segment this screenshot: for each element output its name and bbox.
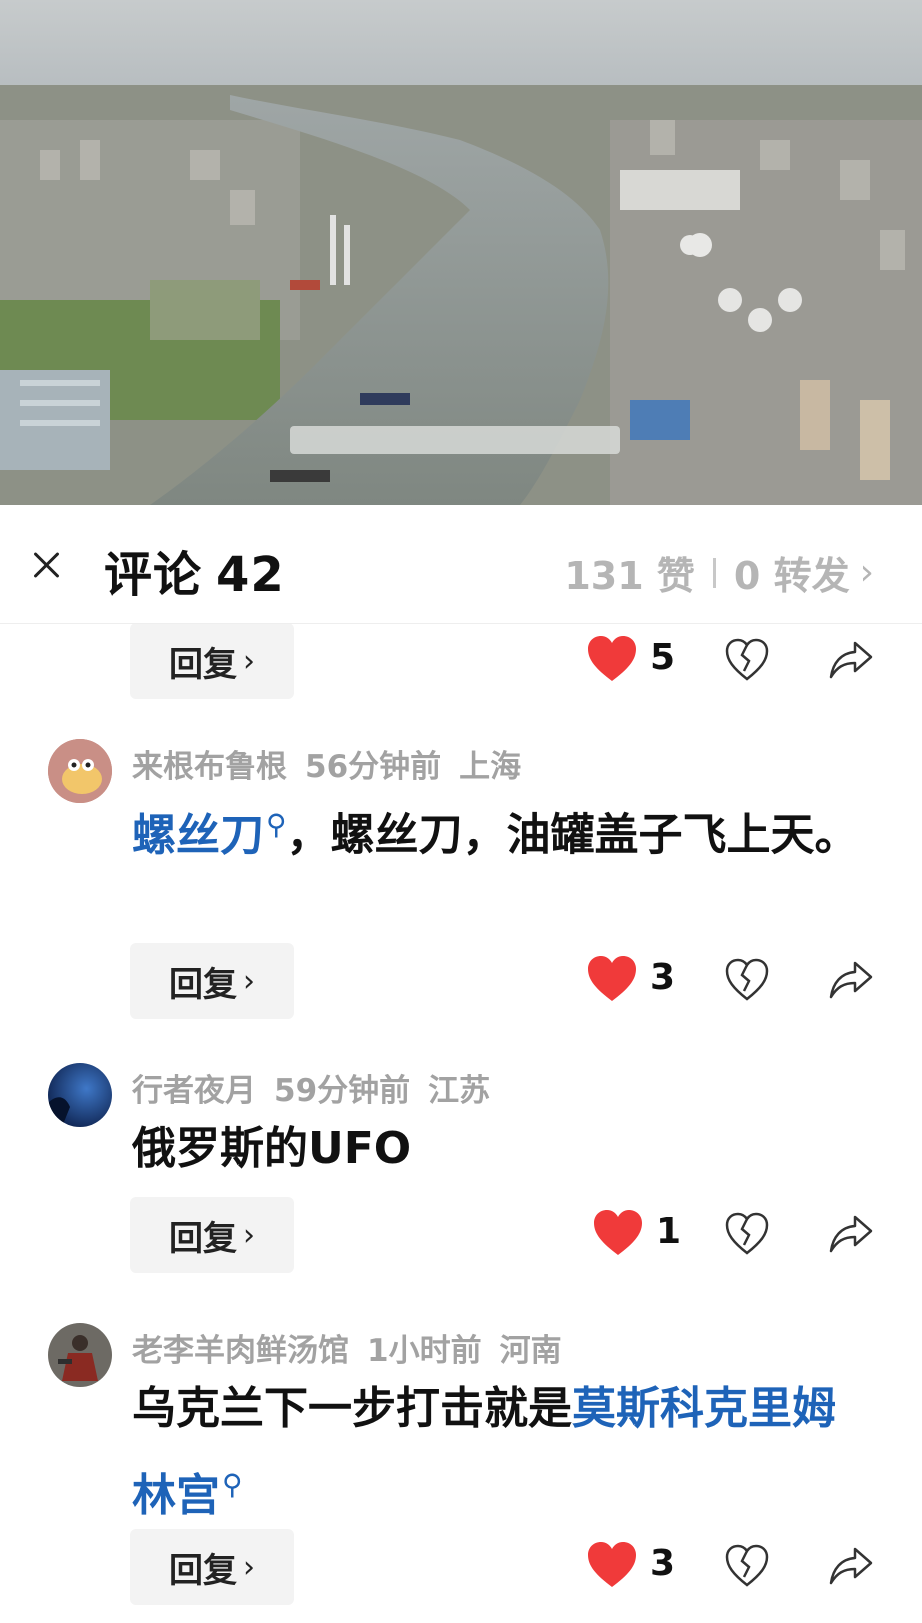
avatar[interactable]	[48, 1323, 112, 1387]
reply-row: 回复 › 5	[0, 623, 922, 699]
location: 河南	[499, 1333, 562, 1369]
comment-meta: 行者夜月 59分钟前 江苏	[132, 1065, 508, 1110]
username[interactable]: 来根布鲁根	[132, 749, 287, 785]
share-icon[interactable]	[828, 957, 874, 1003]
comment-meta: 老李羊肉鲜汤馆 1小时前 河南	[132, 1325, 580, 1370]
reply-row: 回复 › 1	[0, 1197, 922, 1273]
heart-icon[interactable]	[586, 1541, 638, 1589]
avatar[interactable]	[48, 739, 112, 803]
chevron-right-icon: ›	[243, 1217, 255, 1253]
share-icon[interactable]	[828, 1543, 874, 1589]
reply-button[interactable]: 回复 ›	[130, 1529, 294, 1605]
reply-label: 回复	[169, 644, 237, 685]
reply-label: 回复	[169, 964, 237, 1005]
comment-text: 乌克兰下一步打击就是莫斯科克里姆林宫⚲	[132, 1371, 872, 1534]
avatar-image	[48, 1063, 112, 1127]
like-count: 3	[650, 1543, 676, 1584]
search-icon: ⚲	[222, 1468, 243, 1501]
search-link[interactable]: 螺丝刀⚲	[132, 808, 287, 861]
comments-header: 评论 42 131 赞 0 转发 ›	[0, 505, 922, 624]
share-icon[interactable]	[828, 637, 874, 683]
comment-body: ，螺丝刀，油罐盖子飞上天。	[286, 809, 859, 861]
reply-button[interactable]: 回复 ›	[130, 623, 294, 699]
comment-body: 乌克兰下一步打击就是	[132, 1383, 572, 1434]
search-icon: ⚲	[266, 808, 287, 841]
aerial-river-image	[0, 0, 922, 505]
username[interactable]: 老李羊肉鲜汤馆	[132, 1333, 349, 1369]
heart-icon[interactable]	[586, 955, 638, 1003]
repost-total: 0 转发	[733, 554, 850, 598]
comment-count: 42	[216, 547, 285, 603]
like-count: 5	[650, 637, 676, 678]
comment-item: 来根布鲁根 56分钟前 上海 螺丝刀⚲，螺丝刀，油罐盖子飞上天。 回复 › 3	[0, 739, 922, 1019]
close-icon[interactable]	[26, 545, 66, 585]
comment-meta: 来根布鲁根 56分钟前 上海	[132, 741, 539, 786]
like-total: 131 赞	[564, 554, 695, 598]
reply-row: 回复 › 3	[0, 943, 922, 1019]
broken-heart-icon[interactable]	[724, 637, 770, 683]
broken-heart-icon[interactable]	[724, 1543, 770, 1589]
broken-heart-icon[interactable]	[724, 957, 770, 1003]
chevron-right-icon: ›	[243, 963, 255, 999]
comment-text: 螺丝刀⚲，螺丝刀，油罐盖子飞上天。	[132, 787, 872, 874]
location: 上海	[459, 749, 522, 785]
stats-divider	[712, 557, 716, 588]
reply-button[interactable]: 回复 ›	[130, 943, 294, 1019]
location: 江苏	[428, 1073, 491, 1109]
broken-heart-icon[interactable]	[724, 1211, 770, 1257]
video-thumbnail[interactable]	[0, 0, 922, 505]
timestamp: 59分钟前	[274, 1073, 411, 1109]
comments-sheet: 评论 42 131 赞 0 转发 › 回复 › 5 来根布鲁根 56分钟前 上海…	[0, 505, 922, 1623]
reply-row: 回复 › 3	[0, 1529, 922, 1605]
comment-item: 行者夜月 59分钟前 江苏 俄罗斯的UFO 回复 › 1	[0, 1063, 922, 1273]
heart-icon[interactable]	[586, 635, 638, 683]
avatar-image	[48, 1323, 112, 1387]
post-stats[interactable]: 131 赞 0 转发 ›	[564, 545, 874, 600]
share-icon[interactable]	[828, 1211, 874, 1257]
avatar-image	[48, 739, 112, 803]
reply-button[interactable]: 回复 ›	[130, 1197, 294, 1273]
like-count: 3	[650, 957, 676, 998]
comments-title: 评论 42	[104, 535, 285, 605]
timestamp: 1小时前	[367, 1333, 482, 1369]
comment-item: 老李羊肉鲜汤馆 1小时前 河南 乌克兰下一步打击就是莫斯科克里姆林宫⚲ 回复 › 3	[0, 1323, 922, 1623]
username[interactable]: 行者夜月	[132, 1073, 256, 1109]
reply-label: 回复	[169, 1218, 237, 1259]
like-count: 1	[656, 1211, 682, 1252]
chevron-right-icon: ›	[859, 552, 874, 593]
reply-label: 回复	[169, 1550, 237, 1591]
link-text: 螺丝刀	[132, 809, 264, 861]
comment-body: 俄罗斯的UFO	[132, 1123, 412, 1174]
timestamp: 56分钟前	[305, 749, 442, 785]
avatar[interactable]	[48, 1063, 112, 1127]
comments-title-label: 评论	[104, 547, 203, 603]
comment-text: 俄罗斯的UFO	[132, 1111, 872, 1187]
heart-icon[interactable]	[592, 1209, 644, 1257]
chevron-right-icon: ›	[243, 643, 255, 679]
chevron-right-icon: ›	[243, 1549, 255, 1585]
